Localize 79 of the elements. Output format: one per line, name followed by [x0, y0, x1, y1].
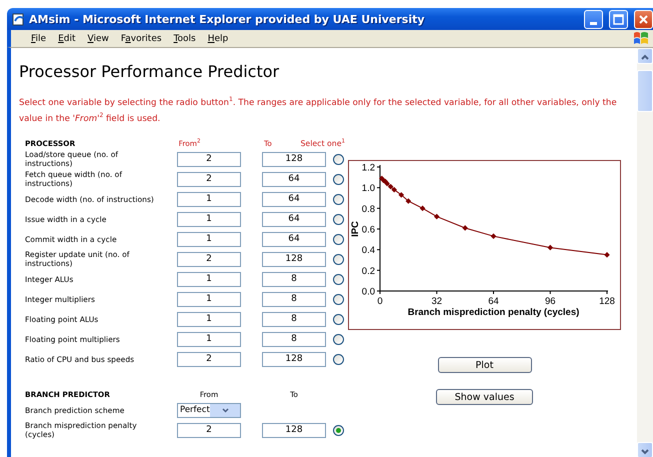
scroll-thumb[interactable]: [637, 70, 653, 112]
page-title: Processor Performance Predictor: [19, 62, 280, 81]
tick-label: 32: [431, 296, 442, 307]
caret-icon: [222, 408, 228, 412]
menu-item[interactable]: Favorites: [114, 34, 168, 44]
tick-label: 0.8: [362, 204, 375, 215]
windows-flag-icon: [633, 31, 649, 46]
to-field[interactable]: 8: [262, 272, 326, 286]
to-field[interactable]: 128: [262, 152, 326, 166]
from-field[interactable]: 2: [177, 172, 241, 186]
data-point: [434, 214, 440, 220]
from-field[interactable]: 1: [177, 292, 241, 306]
data-point: [604, 252, 610, 258]
to-field[interactable]: 8: [262, 292, 326, 306]
tick-label: 0.4: [362, 245, 375, 256]
to-field[interactable]: 64: [262, 232, 326, 246]
maximize-icon: [613, 14, 624, 24]
from-field[interactable]: 1: [177, 232, 241, 246]
window-title: AMsim - Microsoft Internet Explorer provided by UAE University: [29, 12, 426, 26]
data-point: [547, 244, 554, 250]
tick-label: 0: [377, 296, 383, 307]
scrollbar[interactable]: [637, 48, 653, 457]
radio-button[interactable]: [333, 334, 344, 344]
tick-label: 0.6: [362, 224, 375, 236]
from-field[interactable]: 1: [177, 212, 241, 226]
tick-label: 0.2: [362, 266, 375, 277]
from-field[interactable]: 1: [177, 332, 241, 346]
tick-label: 1.0: [362, 183, 375, 194]
data-point: [420, 206, 426, 212]
radio-button[interactable]: [333, 274, 344, 284]
to-field[interactable]: 64: [262, 172, 326, 186]
axis-title: Branch misprediction penalty (cycles): [408, 307, 580, 318]
instructions-text: Select one variable by selecting the radio button$^{1}$. The ranges are applicable only for the selected variable, for all other variables, only the value in the 'From'$^{2}$ field is used.: [19, 95, 618, 126]
close-icon: [638, 14, 649, 24]
menu-item[interactable]: Tools: [168, 34, 202, 44]
menu-item[interactable]: Edit: [52, 34, 82, 44]
from-field[interactable]: 2: [177, 352, 241, 366]
page-icon: [12, 12, 25, 26]
from-field[interactable]: 2: [177, 422, 241, 438]
radio-button[interactable]: [333, 294, 344, 304]
from-field[interactable]: 2: [177, 252, 241, 266]
from-field[interactable]: 1: [177, 312, 241, 326]
radio-button[interactable]: [333, 174, 344, 184]
maximize-button[interactable]: [609, 10, 628, 28]
action-button[interactable]: Plot: [438, 357, 532, 373]
minimize-icon: [590, 22, 597, 24]
from-field[interactable]: 1: [177, 192, 241, 206]
from-field[interactable]: 1: [177, 272, 241, 286]
scheme-dropdown[interactable]: Perfect: [177, 402, 241, 418]
to-field[interactable]: 64: [262, 192, 326, 206]
to-field[interactable]: 8: [262, 332, 326, 346]
radio-button[interactable]: [333, 194, 344, 204]
from-field[interactable]: 2: [177, 152, 241, 166]
menu-item[interactable]: File: [25, 34, 52, 44]
to-field[interactable]: 128: [262, 422, 326, 438]
tick-label: 64: [488, 296, 499, 307]
radio-button[interactable]: [333, 354, 344, 364]
tick-label: 128: [599, 296, 615, 307]
menu-item[interactable]: Help: [202, 34, 234, 44]
radio-button[interactable]: [333, 154, 344, 164]
radio-button[interactable]: [333, 254, 344, 264]
menu-item[interactable]: View: [82, 34, 115, 44]
action-button[interactable]: Show values: [436, 389, 533, 405]
to-field[interactable]: 128: [262, 252, 326, 266]
to-field[interactable]: 128: [262, 352, 326, 366]
radio-button[interactable]: [333, 234, 344, 244]
to-field[interactable]: 8: [262, 312, 326, 326]
tick-label: 0.0: [362, 286, 375, 298]
tick-label: 96: [544, 296, 556, 307]
data-point: [490, 233, 496, 240]
radio-button[interactable]: [333, 314, 344, 324]
data-point: [462, 225, 468, 231]
axis-title: IPC: [350, 221, 361, 237]
minimize-button[interactable]: [584, 10, 603, 28]
tick-label: 1.2: [362, 162, 375, 174]
close-button[interactable]: [634, 10, 653, 28]
radio-button[interactable]: [333, 214, 344, 224]
to-field[interactable]: 64: [262, 212, 326, 226]
radio-button[interactable]: [333, 424, 344, 436]
